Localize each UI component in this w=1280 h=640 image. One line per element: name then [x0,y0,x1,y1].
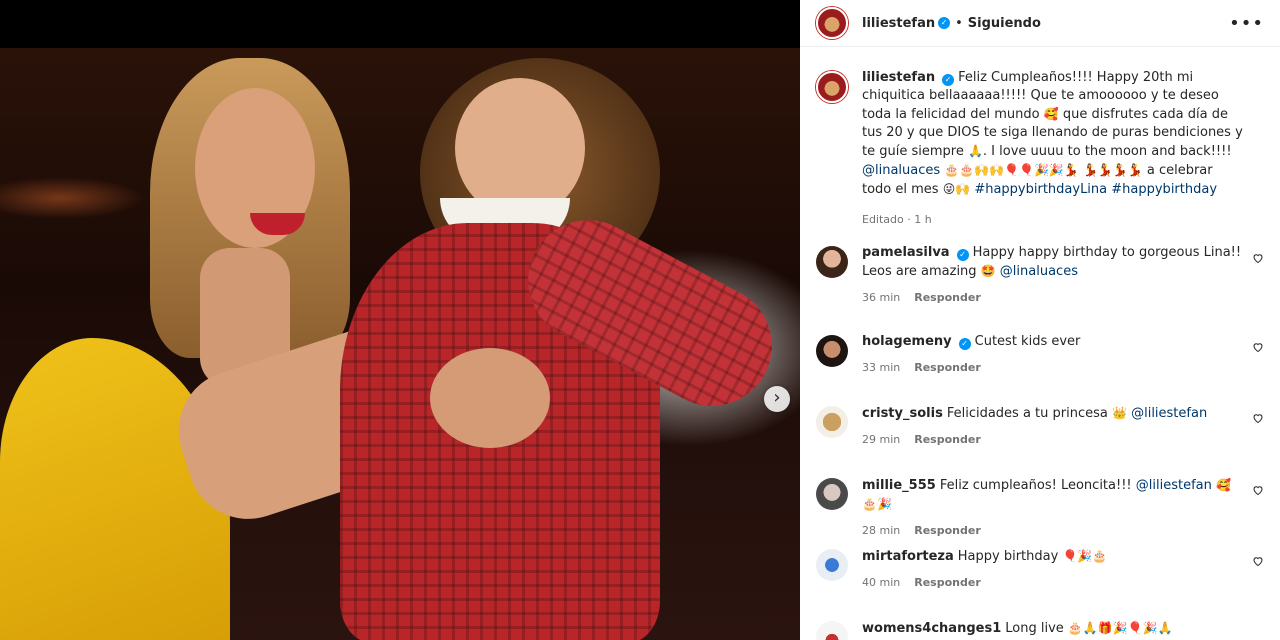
reply-button[interactable]: Responder [914,361,981,374]
comment-emoji: 🎈🎉🎂 [1062,549,1108,563]
next-image-button[interactable]: › [764,386,790,412]
post-media: › [0,0,800,640]
comment-mention[interactable]: @liliestefan [1131,406,1207,421]
comment-username[interactable]: womens4changes1 [862,621,1001,636]
comment-text: Long live [1005,621,1064,636]
comment-item: mirtaforteza Happy birthday 🎈🎉🎂 40 min Res… [816,547,1264,592]
comment-mention[interactable]: @linaluaces [1000,264,1078,279]
comment-emoji: 🤩 [980,264,996,278]
comment-meta: 33 min Responder [862,359,1244,377]
comment-item: pamelasilva ✓ Happy happy birthday to gorg… [816,244,1264,307]
post-side-panel: liliestefan ✓ • Siguiendo ••• liliestefa… [800,0,1280,640]
comment-emoji: 👑 [1112,406,1127,420]
comment-username[interactable]: cristy_solis [862,406,943,421]
caption-meta: Editado · 1 h [862,213,932,226]
caption-emoji-3: 🎂🎂🙌🙌🎈🎈🎉🎉💃 [944,163,1079,177]
post-header: liliestefan ✓ • Siguiendo ••• [800,0,1280,47]
reply-button[interactable]: Responder [914,524,981,537]
reply-button[interactable]: Responder [914,433,981,446]
comment-time: 28 min [862,524,901,537]
heart-icon[interactable] [1252,484,1264,496]
verified-badge-icon: ✓ [942,74,955,86]
comment-text: Felicidades a tu princesa [946,406,1108,421]
more-options-icon[interactable]: ••• [1229,13,1264,34]
following-button[interactable]: Siguiendo [968,16,1041,31]
caption-emoji-1: 🥰 [1043,107,1059,121]
comment-item: womens4changes1 Long live 🎂🙏🎁🎉🎈🎉🙏 [816,619,1264,640]
caption-entry: liliestefan ✓ Feliz Cumpleaños!!!! Happy 2… [816,69,1264,229]
comment-item: holagemeny ✓ Cutest kids ever 33 min Respon… [816,333,1264,377]
comment-time: 36 min [862,291,901,304]
comment-username[interactable]: holagemeny [862,334,952,349]
comment-meta: 28 min Responder [862,522,1244,540]
comment-item: cristy_solis Felicidades a tu princesa 👑 … [816,404,1264,449]
comment-body: millie_555 Feliz cumpleaños! Leoncita!!! … [862,476,1264,540]
caption-text-3: . I love uuuu to the moon and back!!!! [982,144,1232,159]
photo-girl-face [455,78,585,218]
comment-time: 29 min [862,433,901,446]
header-separator: • [955,15,963,31]
comment-username[interactable]: mirtaforteza [862,549,954,564]
comment-body: holagemeny ✓ Cutest kids ever 33 min Respon… [862,333,1264,377]
comment-body: womens4changes1 Long live 🎂🙏🎁🎉🎈🎉🙏 [862,619,1264,640]
comments-list[interactable]: liliestefan ✓ Feliz Cumpleaños!!!! Happy 2… [800,47,1280,640]
owner-avatar[interactable] [816,7,848,39]
commenter-avatar[interactable] [816,406,848,438]
verified-badge-icon: ✓ [938,17,951,29]
post-photo [0,48,800,640]
hashtag-link[interactable]: #happybirthdayLina [974,182,1107,197]
comment-time: 40 min [862,576,901,589]
verified-badge-icon: ✓ [956,249,969,261]
comment-meta: 40 min Responder [862,574,1244,592]
commenter-avatar[interactable] [816,335,848,367]
comment-body: pamelasilva ✓ Happy happy birthday to gorg… [862,244,1264,307]
hashtag-link[interactable]: #happybirthday [1111,182,1217,197]
comment-meta: 29 min Responder [862,431,1244,449]
reply-button[interactable]: Responder [914,291,981,304]
comment-text: Feliz cumpleaños! Leoncita!!! [939,478,1132,493]
heart-icon[interactable] [1252,412,1264,424]
caption-emoji-4: 💃💃💃💃 [1082,163,1143,177]
heart-icon[interactable] [1252,341,1264,353]
comment-item: millie_555 Feliz cumpleaños! Leoncita!!! … [816,476,1264,540]
caption-avatar[interactable] [816,71,848,103]
reply-button[interactable]: Responder [914,576,981,589]
caption-emoji-5: 😜🙌 [942,182,971,196]
commenter-avatar[interactable] [816,478,848,510]
heart-icon[interactable] [1252,555,1264,567]
comment-body: cristy_solis Felicidades a tu princesa 👑 … [862,404,1264,449]
chevron-right-icon: › [773,387,781,408]
commenter-avatar[interactable] [816,246,848,278]
comment-time: 33 min [862,361,901,374]
caption-emoji-2: 🙏 [967,144,983,158]
verified-badge-icon: ✓ [958,338,971,350]
comment-text: Happy birthday [957,549,1059,564]
comment-body: mirtaforteza Happy birthday 🎈🎉🎂 40 min Res… [862,547,1264,592]
caption-body: liliestefan ✓ Feliz Cumpleaños!!!! Happy 2… [862,69,1264,229]
comment-mention[interactable]: @liliestefan [1136,478,1212,493]
caption-username[interactable]: liliestefan [862,70,935,85]
photo-woman-hand [430,348,550,448]
comment-text: Cutest kids ever [974,334,1081,349]
commenter-avatar[interactable] [816,549,848,581]
comment-meta: 36 min Responder [862,289,1244,307]
comment-username[interactable]: pamelasilva [862,245,950,260]
heart-icon[interactable] [1252,252,1264,264]
commenter-avatar[interactable] [816,621,848,640]
comment-emoji: 🎂🙏🎁🎉🎈🎉🙏 [1067,621,1173,635]
comment-username[interactable]: millie_555 [862,478,936,493]
owner-username[interactable]: liliestefan [862,16,935,31]
caption-mention[interactable]: @linaluaces [862,163,940,178]
